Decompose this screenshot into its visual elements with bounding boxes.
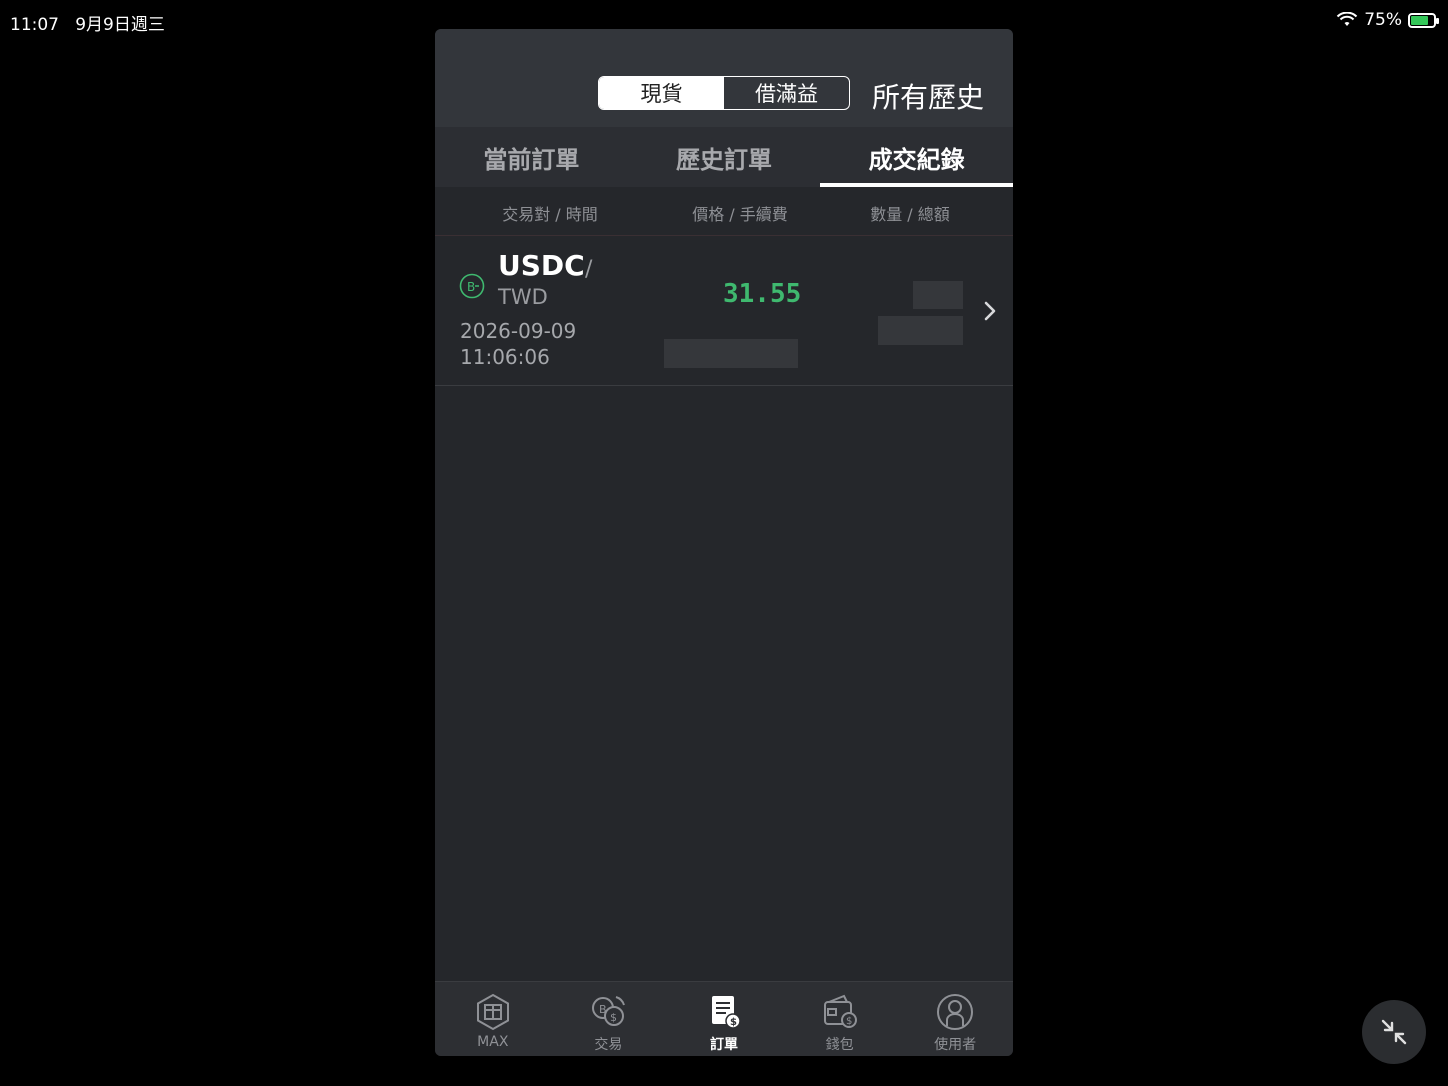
trade-time: 11:06:06 xyxy=(460,345,550,369)
trade-price: 31.55 xyxy=(723,279,802,309)
tab-history-orders[interactable]: 歷史訂單 xyxy=(628,127,821,187)
bottom-nav: MAX B $ 交易 $ 訂單 $ 錢包 使用者 xyxy=(435,981,1013,1056)
trade-date: 2026-09-09 xyxy=(460,319,577,343)
trade-row[interactable]: B USDC / TWD 2026-09-09 11:06:06 31.55 xyxy=(435,235,1013,386)
all-history-link[interactable]: 所有歷史 xyxy=(872,76,984,116)
col-price-fee: 價格 / 手續費 xyxy=(692,205,788,224)
chevron-right-icon xyxy=(984,301,996,321)
pair-slash: / xyxy=(585,257,593,282)
nav-wallet[interactable]: $ 錢包 xyxy=(782,982,898,1056)
top-bar: 現貨 借滿益 所有歷史 xyxy=(435,29,1013,127)
nav-max-label: MAX xyxy=(477,1034,509,1050)
max-logo-icon xyxy=(476,993,509,1031)
nav-exchange-label: 交易 xyxy=(594,1037,623,1053)
col-pair-time: 交易對 / 時間 xyxy=(502,205,598,224)
nav-user-label: 使用者 xyxy=(934,1037,977,1053)
col-amount-total: 數量 / 總額 xyxy=(870,205,950,224)
pair-quote: TWD xyxy=(498,285,548,309)
nav-max[interactable]: MAX xyxy=(435,982,551,1056)
nav-orders[interactable]: $ 訂單 xyxy=(666,982,782,1056)
status-bar-left: 11:07 9月9日週三 xyxy=(10,10,165,35)
nav-user[interactable]: 使用者 xyxy=(897,982,1013,1056)
segment-spot[interactable]: 現貨 xyxy=(599,77,724,109)
nav-wallet-label: 錢包 xyxy=(825,1037,854,1053)
svg-text:$: $ xyxy=(846,1016,852,1027)
market-segment-control: 現貨 借滿益 xyxy=(598,76,850,110)
battery-fill xyxy=(1411,15,1428,25)
wifi-icon xyxy=(1336,12,1358,26)
nav-orders-label: 訂單 xyxy=(709,1037,738,1053)
status-bar-right: 75% xyxy=(1336,10,1439,30)
nav-exchange[interactable]: B $ 交易 xyxy=(551,982,667,1056)
redacted-total xyxy=(878,316,963,345)
segment-margin[interactable]: 借滿益 xyxy=(724,77,849,109)
collapse-arrows-icon xyxy=(1381,1019,1407,1045)
app-window: 現貨 借滿益 所有歷史 當前訂單 歷史訂單 成交紀錄 交易對 / 時間 價格 /… xyxy=(435,29,1013,1056)
order-tabs: 當前訂單 歷史訂單 成交紀錄 xyxy=(435,127,1013,187)
minimize-window-button[interactable] xyxy=(1362,1000,1426,1064)
redacted-fee xyxy=(664,339,798,368)
pair-base: USDC xyxy=(498,249,585,282)
svg-text:B: B xyxy=(599,1003,607,1016)
user-icon xyxy=(937,994,974,1030)
status-date: 9月9日週三 xyxy=(75,15,165,35)
redacted-amount xyxy=(913,281,963,309)
status-time: 11:07 xyxy=(10,15,59,35)
orders-icon: $ xyxy=(711,996,741,1029)
wallet-icon: $ xyxy=(823,994,857,1028)
svg-text:B: B xyxy=(467,280,475,294)
usdc-coin-icon: B xyxy=(459,273,485,299)
exchange-icon: B $ xyxy=(592,996,626,1026)
column-header: 交易對 / 時間 價格 / 手續費 數量 / 總額 xyxy=(435,191,1013,236)
svg-text:$: $ xyxy=(610,1011,617,1024)
tab-current-orders[interactable]: 當前訂單 xyxy=(435,127,628,187)
svg-text:$: $ xyxy=(730,1017,737,1028)
tab-trade-records[interactable]: 成交紀錄 xyxy=(820,127,1013,187)
battery-icon xyxy=(1408,12,1439,28)
battery-percent: 75% xyxy=(1364,10,1402,30)
